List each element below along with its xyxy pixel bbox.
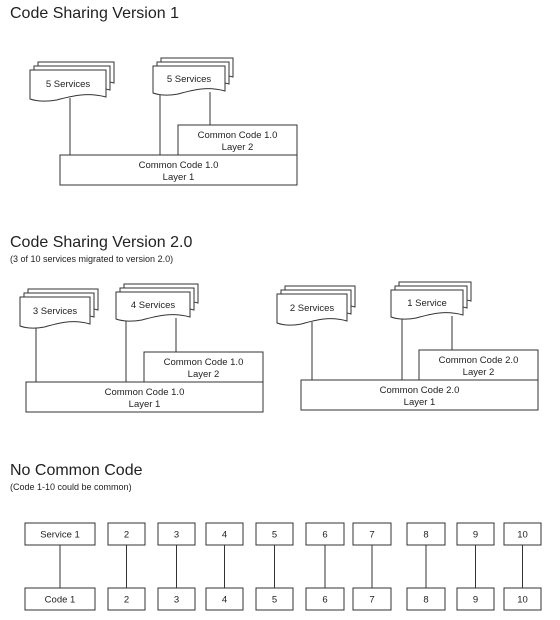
- common-code-layer-2-title: Common Code 1.0: [198, 130, 278, 141]
- service-box-label: 9: [473, 530, 478, 541]
- common-code-layer-1-layer: Layer 1: [129, 399, 161, 410]
- service-box-label: 10: [517, 530, 528, 541]
- code-box-label: Code 1: [45, 595, 76, 606]
- code-box-label: 7: [369, 595, 374, 606]
- service-stack: 5 Services: [29, 61, 115, 102]
- code-box-label: 5: [272, 595, 277, 606]
- service-stack-label: 1 Service: [407, 298, 447, 309]
- common-code-layer-2: Common Code 1.0Layer 2: [143, 351, 264, 383]
- service-stack: 4 Services: [115, 283, 199, 322]
- code-box-label: 4: [222, 595, 227, 606]
- service-box-label: Service 1: [40, 530, 80, 541]
- common-code-layer-1-layer: Layer 1: [163, 172, 195, 183]
- common-code-layer-1-title: Common Code 1.0: [105, 387, 185, 398]
- service-box-label: 2: [124, 530, 129, 541]
- service-box-label: 3: [174, 530, 179, 541]
- diagram-canvas: 5 Services 5 ServicesCommon Code 1.0Layer…: [19, 57, 542, 611]
- service-stack-label: 2 Services: [290, 303, 335, 314]
- common-code-layer-2: Common Code 2.0Layer 2: [418, 349, 539, 381]
- common-code-layer-2-layer: Layer 2: [188, 369, 220, 380]
- service-stack-label: 4 Services: [131, 300, 176, 311]
- service-box-label: 7: [369, 530, 374, 541]
- code-box-label: 10: [517, 595, 528, 606]
- code-box-label: 2: [124, 595, 129, 606]
- common-code-layer-2-layer: Layer 2: [463, 367, 495, 378]
- code-box-label: 3: [174, 595, 179, 606]
- common-code-layer-2-title: Common Code 1.0: [164, 357, 244, 368]
- service-box-label: 6: [322, 530, 327, 541]
- code-box-label: 9: [473, 595, 478, 606]
- service-box-label: 4: [222, 530, 227, 541]
- service-stack: 3 Services: [19, 288, 99, 329]
- common-code-layer-2-layer: Layer 2: [222, 142, 254, 153]
- common-code-layer-1: Common Code 2.0Layer 1: [300, 379, 539, 411]
- service-stack-label: 5 Services: [167, 74, 212, 85]
- common-code-layer-2: Common Code 1.0Layer 2: [177, 124, 298, 156]
- service-stack: 5 Services: [152, 57, 234, 96]
- service-stack-label: 5 Services: [46, 79, 91, 90]
- code-box-label: 6: [322, 595, 327, 606]
- common-code-layer-1: Common Code 1.0Layer 1: [25, 381, 264, 413]
- common-code-layer-2-title: Common Code 2.0: [439, 355, 519, 366]
- service-box-label: 8: [423, 530, 428, 541]
- service-stack-label: 3 Services: [33, 306, 78, 317]
- common-code-layer-1: Common Code 1.0Layer 1: [59, 154, 298, 186]
- common-code-layer-1-layer: Layer 1: [404, 397, 436, 408]
- service-stack: 2 Services: [276, 285, 356, 326]
- service-box-label: 5: [272, 530, 277, 541]
- common-code-layer-1-title: Common Code 2.0: [380, 385, 460, 396]
- service-stack: 1 Service: [390, 281, 472, 320]
- common-code-layer-1-title: Common Code 1.0: [139, 160, 219, 171]
- code-box-label: 8: [423, 595, 428, 606]
